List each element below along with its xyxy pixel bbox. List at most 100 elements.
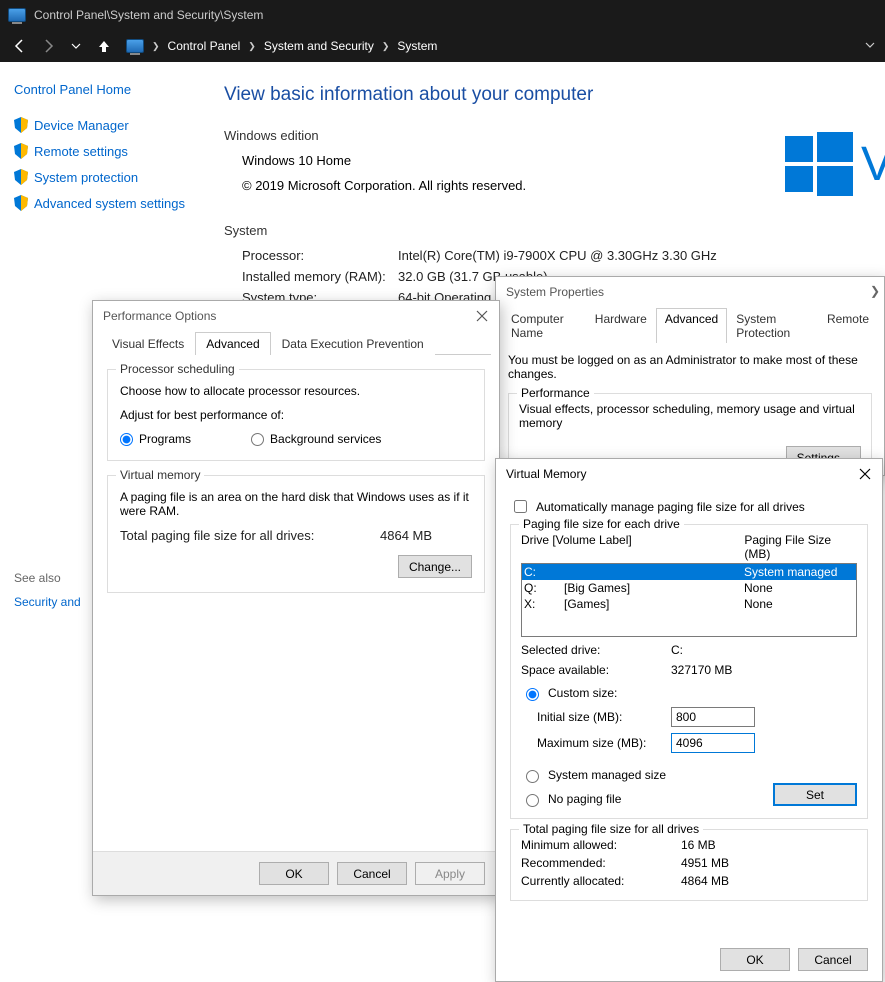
group-legend: Processor scheduling (116, 362, 239, 376)
breadcrumb-item[interactable]: System (397, 39, 437, 53)
ok-button[interactable]: OK (259, 862, 329, 885)
close-button[interactable] (854, 463, 876, 485)
ram-label: Installed memory (RAM): (242, 269, 398, 284)
admin-note: You must be logged on as an Administrato… (508, 353, 872, 381)
group-legend: Total paging file size for all drives (519, 822, 703, 836)
tab-strip: Computer Name Hardware Advanced System P… (502, 307, 878, 343)
space-available-label: Space available: (521, 663, 671, 677)
drive-row[interactable]: X: [Games] None (522, 596, 856, 612)
sidebar-link-advanced-settings[interactable]: Advanced system settings (14, 195, 196, 211)
drive-row[interactable]: C: System managed (522, 564, 856, 580)
auto-manage-checkbox[interactable]: Automatically manage paging file size fo… (510, 497, 868, 516)
processor-scheduling-group: Processor scheduling Choose how to alloc… (107, 369, 485, 461)
checkbox-input[interactable] (514, 500, 527, 513)
sidebar-link-remote-settings[interactable]: Remote settings (14, 143, 196, 159)
selected-drive-value: C: (671, 643, 683, 657)
svg-text:V: V (861, 138, 885, 191)
radio-label: Custom size: (548, 686, 617, 700)
virtual-memory-dialog: Virtual Memory Automatically manage pagi… (495, 458, 883, 982)
forward-button[interactable] (38, 36, 58, 56)
scheduling-desc: Choose how to allocate processor resourc… (120, 384, 472, 398)
cancel-button[interactable]: Cancel (337, 862, 407, 885)
current-label: Currently allocated: (521, 874, 681, 888)
drive-size: None (744, 597, 854, 611)
back-button[interactable] (10, 36, 30, 56)
drive-size: None (744, 581, 854, 595)
tab-advanced[interactable]: Advanced (656, 308, 727, 343)
radio-label: Programs (139, 432, 191, 446)
close-button[interactable] (471, 305, 493, 327)
recent-dropdown[interactable] (66, 36, 86, 56)
computer-icon (126, 39, 144, 53)
computer-icon (8, 8, 26, 22)
performance-desc: Visual effects, processor scheduling, me… (519, 402, 861, 430)
tab-dep[interactable]: Data Execution Prevention (271, 332, 435, 355)
radio-input[interactable] (526, 794, 539, 807)
dialog-title-text: Performance Options (103, 309, 216, 323)
system-section-label: System (224, 223, 885, 238)
radio-label: Background services (270, 432, 381, 446)
recommended-label: Recommended: (521, 856, 681, 870)
ok-button[interactable]: OK (720, 948, 790, 971)
sidebar-link-label: System protection (34, 170, 138, 185)
tab-advanced[interactable]: Advanced (195, 332, 270, 355)
total-paging-group: Total paging file size for all drives Mi… (510, 829, 868, 901)
tab-computer-name[interactable]: Computer Name (502, 308, 586, 343)
control-panel-home-link[interactable]: Control Panel Home (14, 82, 196, 97)
address-bar[interactable]: ❯ Control Panel ❯ System and Security ❯ … (126, 39, 437, 53)
apply-button[interactable]: Apply (415, 862, 485, 885)
radio-label: No paging file (548, 792, 621, 806)
drive-list[interactable]: C: System managed Q: [Big Games] None X:… (521, 563, 857, 637)
radio-programs[interactable]: Programs (120, 432, 191, 446)
sidebar-link-device-manager[interactable]: Device Manager (14, 117, 196, 133)
page-heading: View basic information about your comput… (224, 84, 885, 106)
radio-label: System managed size (548, 768, 666, 782)
radio-input[interactable] (526, 770, 539, 783)
maximum-size-input[interactable] (671, 733, 755, 753)
sidebar-link-label: Remote settings (34, 144, 128, 159)
tab-remote[interactable]: Remote (818, 308, 878, 343)
radio-system-managed[interactable]: System managed size (521, 767, 857, 783)
set-button[interactable]: Set (773, 783, 857, 806)
radio-input[interactable] (526, 688, 539, 701)
breadcrumb-item[interactable]: System and Security (264, 39, 374, 53)
dialog-title: Performance Options (93, 301, 499, 331)
sidebar-link-system-protection[interactable]: System protection (14, 169, 196, 185)
up-button[interactable] (94, 36, 114, 56)
virtual-memory-group: Virtual memory A paging file is an area … (107, 475, 485, 593)
maximum-size-label: Maximum size (MB): (537, 736, 671, 750)
radio-custom-size[interactable]: Custom size: (521, 685, 857, 701)
address-dropdown[interactable] (865, 39, 875, 53)
sidebar-link-label: Advanced system settings (34, 196, 185, 211)
total-paging-value: 4864 MB (380, 528, 432, 543)
navigation-bar: ❯ Control Panel ❯ System and Security ❯ … (0, 30, 885, 62)
radio-background[interactable]: Background services (251, 432, 381, 446)
tab-hardware[interactable]: Hardware (586, 308, 656, 343)
radio-input[interactable] (251, 433, 264, 446)
tab-visual-effects[interactable]: Visual Effects (101, 332, 195, 355)
group-legend: Performance (517, 386, 594, 400)
breadcrumb-item[interactable]: Control Panel (168, 39, 241, 53)
adjust-label: Adjust for best performance of: (120, 408, 472, 422)
drive-row[interactable]: Q: [Big Games] None (522, 580, 856, 596)
group-legend: Virtual memory (116, 468, 204, 482)
current-value: 4864 MB (681, 874, 729, 888)
group-legend: Paging file size for each drive (519, 517, 684, 531)
initial-size-input[interactable] (671, 707, 755, 727)
drive-letter: C: (524, 565, 564, 579)
dialog-title-text: Virtual Memory (506, 467, 586, 481)
drive-label: [Big Games] (564, 581, 744, 595)
col-drive-label: Drive [Volume Label] (521, 533, 744, 561)
chevron-right-icon[interactable]: ❯ (870, 284, 880, 298)
drive-letter: X: (524, 597, 564, 611)
chevron-right-icon: ❯ (382, 41, 390, 52)
change-button[interactable]: Change... (398, 555, 472, 578)
shield-icon (14, 169, 28, 185)
tab-strip: Visual Effects Advanced Data Execution P… (101, 331, 491, 355)
windows-logo: V (785, 128, 885, 200)
tab-system-protection[interactable]: System Protection (727, 308, 818, 343)
radio-input[interactable] (120, 433, 133, 446)
cancel-button[interactable]: Cancel (798, 948, 868, 971)
shield-icon (14, 195, 28, 211)
initial-size-label: Initial size (MB): (537, 710, 671, 724)
